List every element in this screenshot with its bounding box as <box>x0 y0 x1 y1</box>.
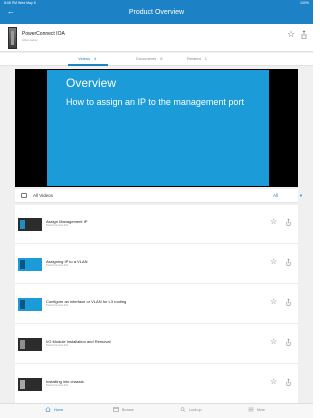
filter-dropdown[interactable]: All <box>273 193 278 198</box>
video-subtitle: PowerConnect IOA <box>46 304 69 307</box>
favorite-star-icon[interactable]: ☆ <box>287 30 295 39</box>
video-subtitle: PowerConnect IOA <box>46 264 69 267</box>
list-item[interactable]: Configure an interface or VLAN for L3 ro… <box>15 285 298 324</box>
tab-videos-count: 4 <box>94 56 97 61</box>
app-header: 8:05 PM Wed May 8 100% ← Product Overvie… <box>0 0 313 24</box>
active-tab-indicator <box>68 64 108 66</box>
video-list: Assign Management IP PowerConnect IOA ☆ … <box>15 205 298 404</box>
share-icon[interactable] <box>286 338 291 346</box>
share-icon[interactable] <box>301 30 307 39</box>
filter-label: All Videos <box>33 193 53 198</box>
content-tabs: Videos 4 Documents 6 Related 1 <box>0 53 313 66</box>
video-subtitle: PowerConnect IOA <box>46 344 69 347</box>
video-thumbnail <box>18 298 42 311</box>
tab-home-label: Home <box>54 407 64 412</box>
tab-look-up-label: Look up <box>189 407 202 412</box>
tab-related-count: 1 <box>204 56 208 61</box>
product-image <box>8 27 17 49</box>
list-item[interactable]: I/O Module Installation and Removal Powe… <box>15 325 298 364</box>
tab-home[interactable]: Home <box>45 407 63 417</box>
product-header: PowerConnect IOA Aftermarket ☆ <box>0 24 313 52</box>
tab-documents[interactable]: Documents 6 <box>136 56 162 61</box>
browse-icon <box>113 407 119 412</box>
video-list-icon <box>21 193 27 198</box>
tab-documents-label: Documents <box>136 56 157 61</box>
status-bar: 8:05 PM Wed May 8 100% <box>0 0 313 8</box>
tab-browse-label: Browse <box>122 407 134 412</box>
video-subheading: How to assign an IP to the management po… <box>66 97 244 107</box>
tab-related[interactable]: Related 1 <box>187 56 207 61</box>
video-thumbnail <box>18 338 42 351</box>
video-filter-bar: All Videos All ▼ <box>15 189 303 203</box>
tab-look-up[interactable]: Look up <box>180 407 201 417</box>
search-icon <box>180 407 186 412</box>
list-item[interactable]: Assigning IP to a VLAN PowerConnect IOA … <box>15 245 298 284</box>
video-thumbnail <box>18 378 42 391</box>
share-icon[interactable] <box>286 298 291 306</box>
favorite-star-icon[interactable]: ☆ <box>270 218 277 226</box>
favorite-star-icon[interactable]: ☆ <box>270 298 277 306</box>
menu-icon <box>248 407 254 412</box>
share-icon[interactable] <box>286 258 291 266</box>
product-subtitle: Aftermarket <box>22 38 38 42</box>
favorite-star-icon[interactable]: ☆ <box>270 258 277 266</box>
share-icon[interactable] <box>286 378 291 386</box>
video-slide[interactable]: Overview How to assign an IP to the mana… <box>47 70 269 186</box>
tab-videos[interactable]: Videos 4 <box>78 56 96 61</box>
favorite-star-icon[interactable]: ☆ <box>270 378 277 386</box>
tab-more[interactable]: More <box>248 407 265 417</box>
product-name: PowerConnect IOA <box>22 31 65 37</box>
tab-related-label: Related <box>187 56 201 61</box>
product-overview-screen: 8:05 PM Wed May 8 100% ← Product Overvie… <box>0 0 313 418</box>
video-subtitle: PowerConnect IOA <box>46 384 69 387</box>
page-title: Product Overview <box>128 9 185 16</box>
share-icon[interactable] <box>286 218 291 226</box>
video-thumbnail <box>18 258 42 271</box>
tab-browse[interactable]: Browse <box>113 407 134 417</box>
status-time: 8:05 PM Wed May 8 <box>4 1 36 5</box>
chevron-down-icon[interactable]: ▼ <box>299 193 303 198</box>
battery-level: 100% <box>300 1 309 5</box>
list-item[interactable]: Installing into chassis PowerConnect IOA… <box>15 365 298 404</box>
bottom-tab-bar: Home Browse Look up More <box>0 403 313 418</box>
favorite-star-icon[interactable]: ☆ <box>270 338 277 346</box>
video-thumbnail <box>18 218 42 231</box>
tab-more-label: More <box>257 407 265 412</box>
home-icon <box>45 407 51 412</box>
list-item[interactable]: Assign Management IP PowerConnect IOA ☆ <box>15 205 298 244</box>
video-subtitle: PowerConnect IOA <box>46 224 69 227</box>
tab-videos-label: Videos <box>78 56 91 61</box>
tab-documents-count: 6 <box>160 56 163 61</box>
video-heading: Overview <box>66 76 117 90</box>
